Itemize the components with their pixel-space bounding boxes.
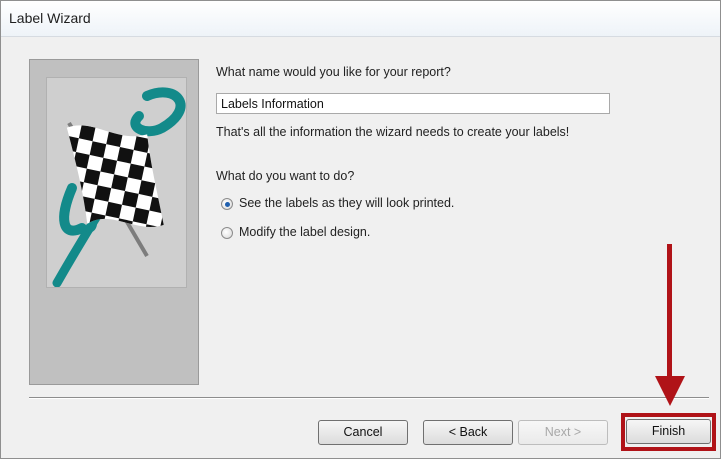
finish-highlight-box (621, 413, 716, 451)
radio-label-preview[interactable]: See the labels as they will look printed… (239, 196, 454, 210)
radio-button-preview[interactable] (221, 198, 233, 210)
cancel-button[interactable]: Cancel (318, 420, 408, 445)
arrow-shaft (667, 244, 672, 384)
radio-label-modify[interactable]: Modify the label design. (239, 225, 370, 239)
next-button[interactable]: Next > (518, 420, 608, 445)
label-wizard-window: Label Wizard What name would you like fo… (0, 0, 721, 459)
action-prompt: What do you want to do? (216, 169, 355, 183)
back-button[interactable]: < Back (423, 420, 513, 445)
wizard-graphic-panel (29, 59, 199, 385)
checkered-flag-icon (46, 77, 187, 288)
report-name-prompt: What name would you like for your report… (216, 65, 451, 79)
footer-divider (29, 397, 709, 399)
arrow-head (655, 376, 685, 406)
window-title: Label Wizard (9, 10, 91, 26)
report-name-input[interactable] (216, 93, 610, 114)
title-bar: Label Wizard (1, 1, 720, 37)
radio-button-modify[interactable] (221, 227, 233, 239)
info-text: That's all the information the wizard ne… (216, 125, 570, 139)
